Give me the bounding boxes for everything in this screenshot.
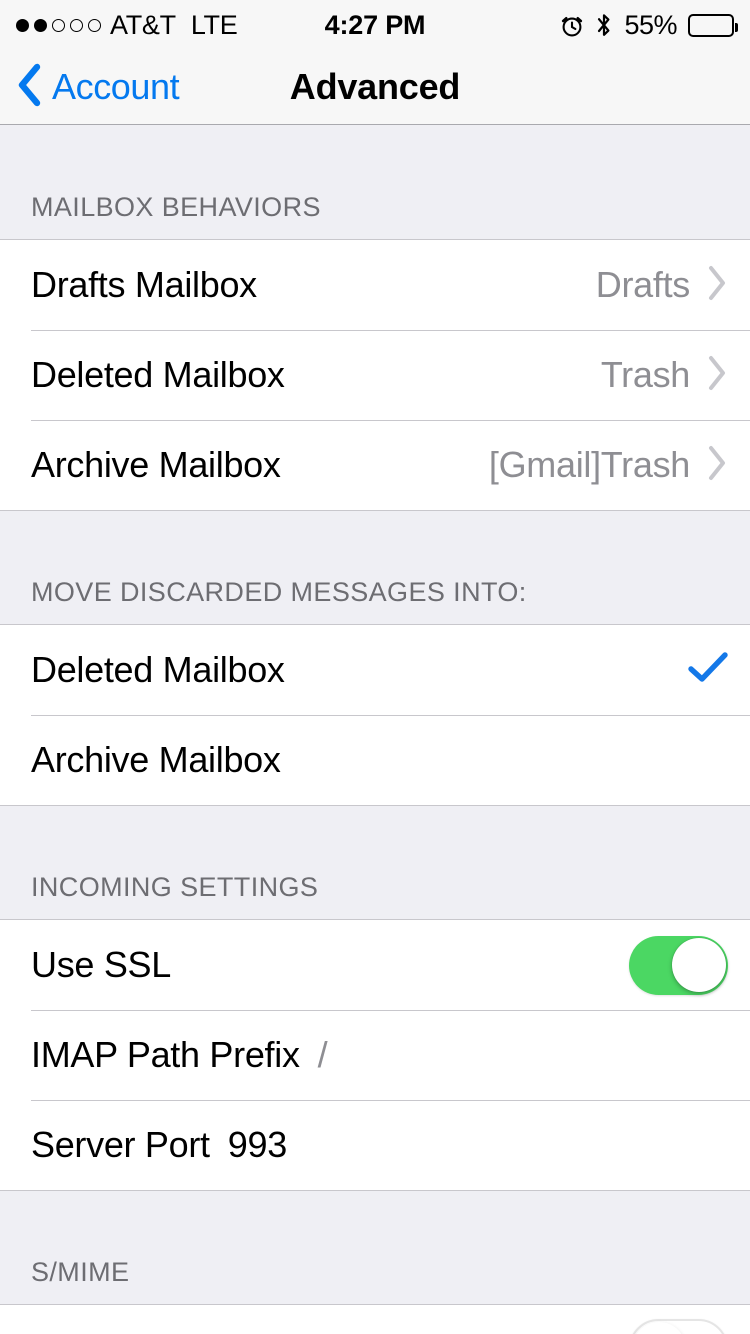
- alarm-clock-icon: [560, 13, 584, 38]
- row-value: Trash: [600, 354, 690, 395]
- battery-percentage: 55%: [624, 9, 677, 40]
- imap-path-prefix-value[interactable]: /: [318, 1034, 328, 1076]
- row-value: Drafts: [595, 264, 691, 305]
- battery-icon: [688, 13, 738, 37]
- checkmark-icon: [688, 651, 728, 689]
- chevron-left-icon: [16, 63, 43, 112]
- chevron-right-icon: [706, 354, 728, 397]
- row-label: Deleted Mailbox: [31, 354, 285, 395]
- row-imap-path-prefix[interactable]: IMAP Path Prefix /: [0, 1010, 750, 1100]
- chevron-right-icon: [706, 444, 728, 487]
- section-group-incoming-settings: Use SSL IMAP Path Prefix / Server Port 9…: [0, 919, 750, 1191]
- status-bar: AT&T LTE 4:27 PM 55%: [0, 0, 750, 50]
- back-button-label: Account: [52, 66, 180, 107]
- signal-strength-dots: [16, 18, 101, 32]
- section-group-move-discarded-messages: Deleted Mailbox Archive Mailbox: [0, 624, 750, 806]
- row-accessory: Trash: [601, 354, 728, 397]
- row-label: Drafts Mailbox: [31, 264, 257, 305]
- signal-dot-3: [52, 18, 65, 32]
- signal-dot-5: [88, 18, 101, 32]
- row-drafts-mailbox[interactable]: Drafts Mailbox Drafts: [0, 240, 750, 330]
- status-bar-left: AT&T LTE: [16, 9, 238, 41]
- use-ssl-toggle[interactable]: [629, 935, 728, 995]
- row-label: Use SSL: [31, 944, 171, 985]
- row-server-port[interactable]: Server Port 993: [0, 1100, 750, 1190]
- section-header-mailbox-behaviors: MAILBOX BEHAVIORS: [0, 125, 750, 239]
- section-group-smime: S/MIME: [0, 1304, 750, 1334]
- row-label: Server Port: [31, 1124, 210, 1165]
- row-use-ssl: Use SSL: [0, 920, 750, 1010]
- row-label: Archive Mailbox: [31, 444, 281, 485]
- status-bar-right: 55%: [560, 9, 738, 41]
- smime-toggle[interactable]: [629, 1319, 728, 1334]
- row-label: Deleted Mailbox: [31, 649, 285, 690]
- settings-list: MAILBOX BEHAVIORS Drafts Mailbox Drafts …: [0, 125, 750, 1334]
- row-label: IMAP Path Prefix: [31, 1034, 300, 1075]
- iphone-screen: AT&T LTE 4:27 PM 55% Account Advanced MA…: [0, 0, 750, 1334]
- row-label: Archive Mailbox: [31, 739, 281, 780]
- server-port-value[interactable]: 993: [228, 1124, 287, 1166]
- signal-dot-4: [70, 18, 83, 32]
- chevron-right-icon: [706, 264, 728, 307]
- signal-dot-1: [16, 18, 29, 32]
- carrier-name: AT&T: [110, 9, 176, 40]
- row-move-to-deleted-mailbox[interactable]: Deleted Mailbox: [0, 625, 750, 715]
- row-smime: S/MIME: [0, 1305, 750, 1334]
- toggle-knob: [671, 938, 726, 992]
- row-accessory: [688, 651, 728, 689]
- signal-dot-2: [34, 18, 47, 32]
- bluetooth-icon: [595, 12, 613, 39]
- section-header-move-discarded-messages: MOVE DISCARDED MESSAGES INTO:: [0, 511, 750, 624]
- row-accessory: Drafts: [596, 264, 728, 307]
- section-group-mailbox-behaviors: Drafts Mailbox Drafts Deleted Mailbox Tr…: [0, 239, 750, 511]
- row-accessory: [Gmail]Trash: [489, 444, 728, 487]
- network-type: LTE: [190, 9, 238, 40]
- row-label: S/MIME: [31, 1329, 158, 1334]
- row-move-to-archive-mailbox[interactable]: Archive Mailbox: [0, 715, 750, 805]
- toggle-knob: [631, 1321, 686, 1334]
- back-button[interactable]: Account: [0, 63, 180, 112]
- section-header-incoming-settings: INCOMING SETTINGS: [0, 806, 750, 919]
- row-value: [Gmail]Trash: [488, 444, 690, 485]
- row-archive-mailbox[interactable]: Archive Mailbox [Gmail]Trash: [0, 420, 750, 510]
- row-accessory: [629, 935, 728, 995]
- section-header-smime: S/MIME: [0, 1191, 750, 1304]
- navigation-bar: Account Advanced: [0, 50, 750, 125]
- row-deleted-mailbox[interactable]: Deleted Mailbox Trash: [0, 330, 750, 420]
